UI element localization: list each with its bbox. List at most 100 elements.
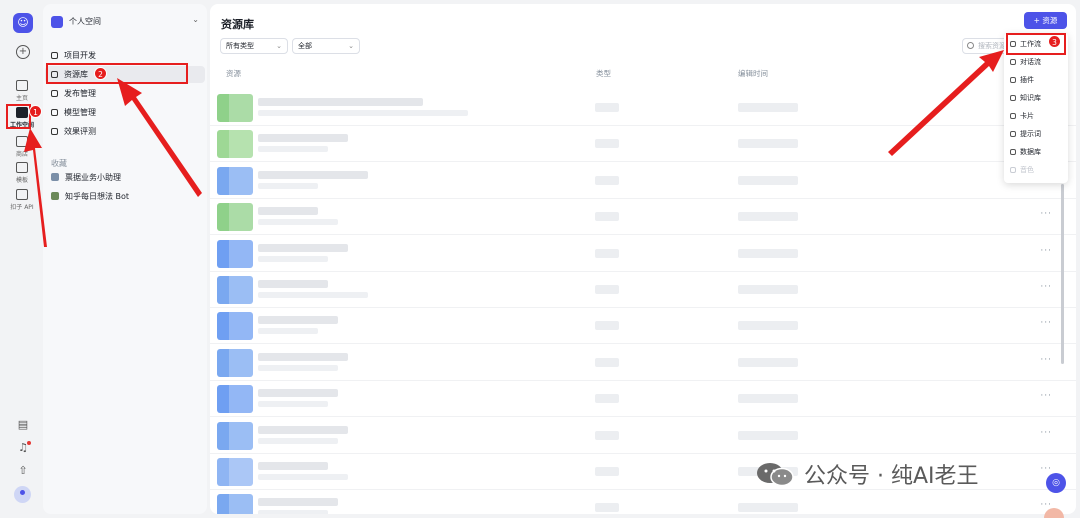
rail-item-home[interactable]: 主页 xyxy=(0,80,44,102)
sidebar-item-publish[interactable]: 发布管理 xyxy=(45,85,205,102)
avatar[interactable] xyxy=(14,486,31,503)
sidebar-item-evaluate[interactable]: 效果评测 xyxy=(45,123,205,140)
template-icon xyxy=(16,162,28,173)
sidebar-item-label: 模型管理 xyxy=(64,108,96,117)
resource-name-blurred xyxy=(258,352,348,361)
resource-name-blurred xyxy=(258,207,318,216)
space-selector[interactable]: 个人空间 ⌄ xyxy=(51,14,203,32)
resource-thumbnail xyxy=(217,94,253,122)
resource-time-blurred xyxy=(738,175,798,185)
resource-thumbnail xyxy=(217,494,253,514)
more-actions-icon[interactable]: ··· xyxy=(1040,282,1052,292)
watermark-text: 公众号 · 纯AI老王 xyxy=(804,464,979,489)
menu-item-label: 插件 xyxy=(1020,76,1034,84)
more-actions-icon[interactable]: ··· xyxy=(1040,209,1052,219)
favorites-title: 收藏 xyxy=(51,159,67,168)
menu-item-prompt[interactable]: 提示词 xyxy=(1004,126,1068,143)
resource-type-blurred xyxy=(595,248,619,258)
rail-item-store[interactable]: 商店 xyxy=(0,136,44,158)
column-header-type[interactable]: 类型 xyxy=(596,68,611,79)
resource-name-blurred xyxy=(258,280,328,288)
search-placeholder: 搜索资源 xyxy=(978,42,1006,50)
resource-thumbnail xyxy=(217,130,253,159)
search-icon xyxy=(967,42,974,49)
table-row[interactable] xyxy=(210,163,1076,199)
api-icon xyxy=(16,189,28,200)
resource-time-blurred xyxy=(738,248,798,258)
resource-name-blurred xyxy=(258,462,328,470)
card-icon xyxy=(1010,113,1016,119)
more-actions-icon[interactable]: ··· xyxy=(1040,318,1052,328)
scope-filter-select[interactable]: 全部 ⌄ xyxy=(292,38,360,54)
menu-item-voice: 音色 xyxy=(1004,162,1068,179)
table-row[interactable]: ··· xyxy=(210,272,1076,308)
menu-item-knowledge[interactable]: 知识库 xyxy=(1004,90,1068,107)
prompt-icon xyxy=(1010,131,1016,137)
menu-item-database[interactable]: 数据库 xyxy=(1004,144,1068,161)
resource-desc-blurred xyxy=(258,255,328,262)
sidebar-item-label: 发布管理 xyxy=(64,89,96,98)
resource-desc-blurred xyxy=(258,182,318,189)
table-row[interactable]: ··· xyxy=(210,345,1076,381)
more-actions-icon[interactable]: ··· xyxy=(1040,428,1052,438)
type-filter-select[interactable]: 所有类型 ⌄ xyxy=(220,38,288,54)
upload-icon[interactable]: ⇧ xyxy=(16,464,30,478)
menu-item-label: 音色 xyxy=(1020,166,1034,174)
resource-time-blurred xyxy=(738,139,798,149)
menu-item-card[interactable]: 卡片 xyxy=(1004,108,1068,125)
add-resource-dropdown: 工作流 对话流 插件 知识库 卡片 提示词 数据库 音色 xyxy=(1004,33,1068,183)
resource-thumbnail xyxy=(217,312,253,341)
sidebar-item-model[interactable]: 模型管理 xyxy=(45,104,205,121)
publish-icon xyxy=(51,90,58,97)
table-row[interactable]: ··· xyxy=(210,490,1076,514)
notification-dot xyxy=(27,441,31,445)
resource-name-blurred xyxy=(258,425,348,434)
more-actions-icon[interactable]: ··· xyxy=(1040,355,1052,365)
step-badge: 3 xyxy=(1048,35,1061,48)
table-row[interactable]: ··· xyxy=(210,418,1076,454)
resource-desc-blurred xyxy=(258,364,338,371)
resource-time-blurred xyxy=(738,212,798,222)
resource-time-blurred xyxy=(738,103,798,112)
app-logo-icon[interactable]: ☺ xyxy=(13,13,33,33)
menu-item-label: 数据库 xyxy=(1020,148,1041,156)
favorite-item[interactable]: 票据业务小助理 xyxy=(51,171,121,185)
docs-icon[interactable]: ▤ xyxy=(16,418,30,432)
resource-name-blurred xyxy=(258,134,348,143)
global-rail: ☺ + 主页 工作空间 商店 模板 扣子 API ▤ ♫ ⇧ xyxy=(0,0,44,518)
resource-thumbnail xyxy=(217,385,253,414)
rail-item-api[interactable]: 扣子 API xyxy=(0,189,44,211)
space-avatar-icon xyxy=(51,16,63,28)
assistant-float-button[interactable]: ◎ xyxy=(1046,473,1066,493)
table-row[interactable]: ··· xyxy=(210,381,1076,418)
menu-item-chatflow[interactable]: 对话流 xyxy=(1004,54,1068,71)
sidebar-item-project[interactable]: 项目开发 xyxy=(45,47,205,64)
scope-filter-value: 全部 xyxy=(298,42,312,50)
sidebar-item-label: 效果评测 xyxy=(64,127,96,136)
more-actions-icon[interactable]: ··· xyxy=(1040,246,1052,256)
create-plus-icon[interactable]: + xyxy=(16,45,30,59)
add-resource-button[interactable]: + 资源 xyxy=(1024,12,1067,29)
resource-desc-blurred xyxy=(258,437,338,444)
table-row[interactable] xyxy=(210,126,1076,163)
database-icon xyxy=(1010,149,1016,155)
scrollbar[interactable] xyxy=(1061,184,1064,364)
resource-thumbnail xyxy=(217,203,253,232)
table-row[interactable] xyxy=(210,90,1076,126)
table-row[interactable]: ··· xyxy=(210,308,1076,345)
rail-item-label: 商店 xyxy=(15,151,28,158)
favorite-label: 知乎每日想法 Bot xyxy=(65,192,130,201)
table-row[interactable]: ··· xyxy=(210,236,1076,272)
more-actions-icon[interactable]: ··· xyxy=(1040,391,1052,401)
resource-type-blurred xyxy=(595,467,619,476)
rail-item-template[interactable]: 模板 xyxy=(0,162,44,184)
resource-thumbnail xyxy=(217,239,253,268)
menu-item-label: 提示词 xyxy=(1020,130,1041,138)
column-header-resource[interactable]: 资源 xyxy=(226,68,241,79)
chevron-down-icon: ⌄ xyxy=(348,42,354,50)
column-header-edit-time[interactable]: 编辑时间 xyxy=(738,68,768,79)
menu-item-label: 知识库 xyxy=(1020,94,1041,102)
menu-item-plugin[interactable]: 插件 xyxy=(1004,72,1068,89)
table-row[interactable]: ··· xyxy=(210,199,1076,236)
favorite-item[interactable]: 知乎每日想法 Bot xyxy=(51,190,129,204)
